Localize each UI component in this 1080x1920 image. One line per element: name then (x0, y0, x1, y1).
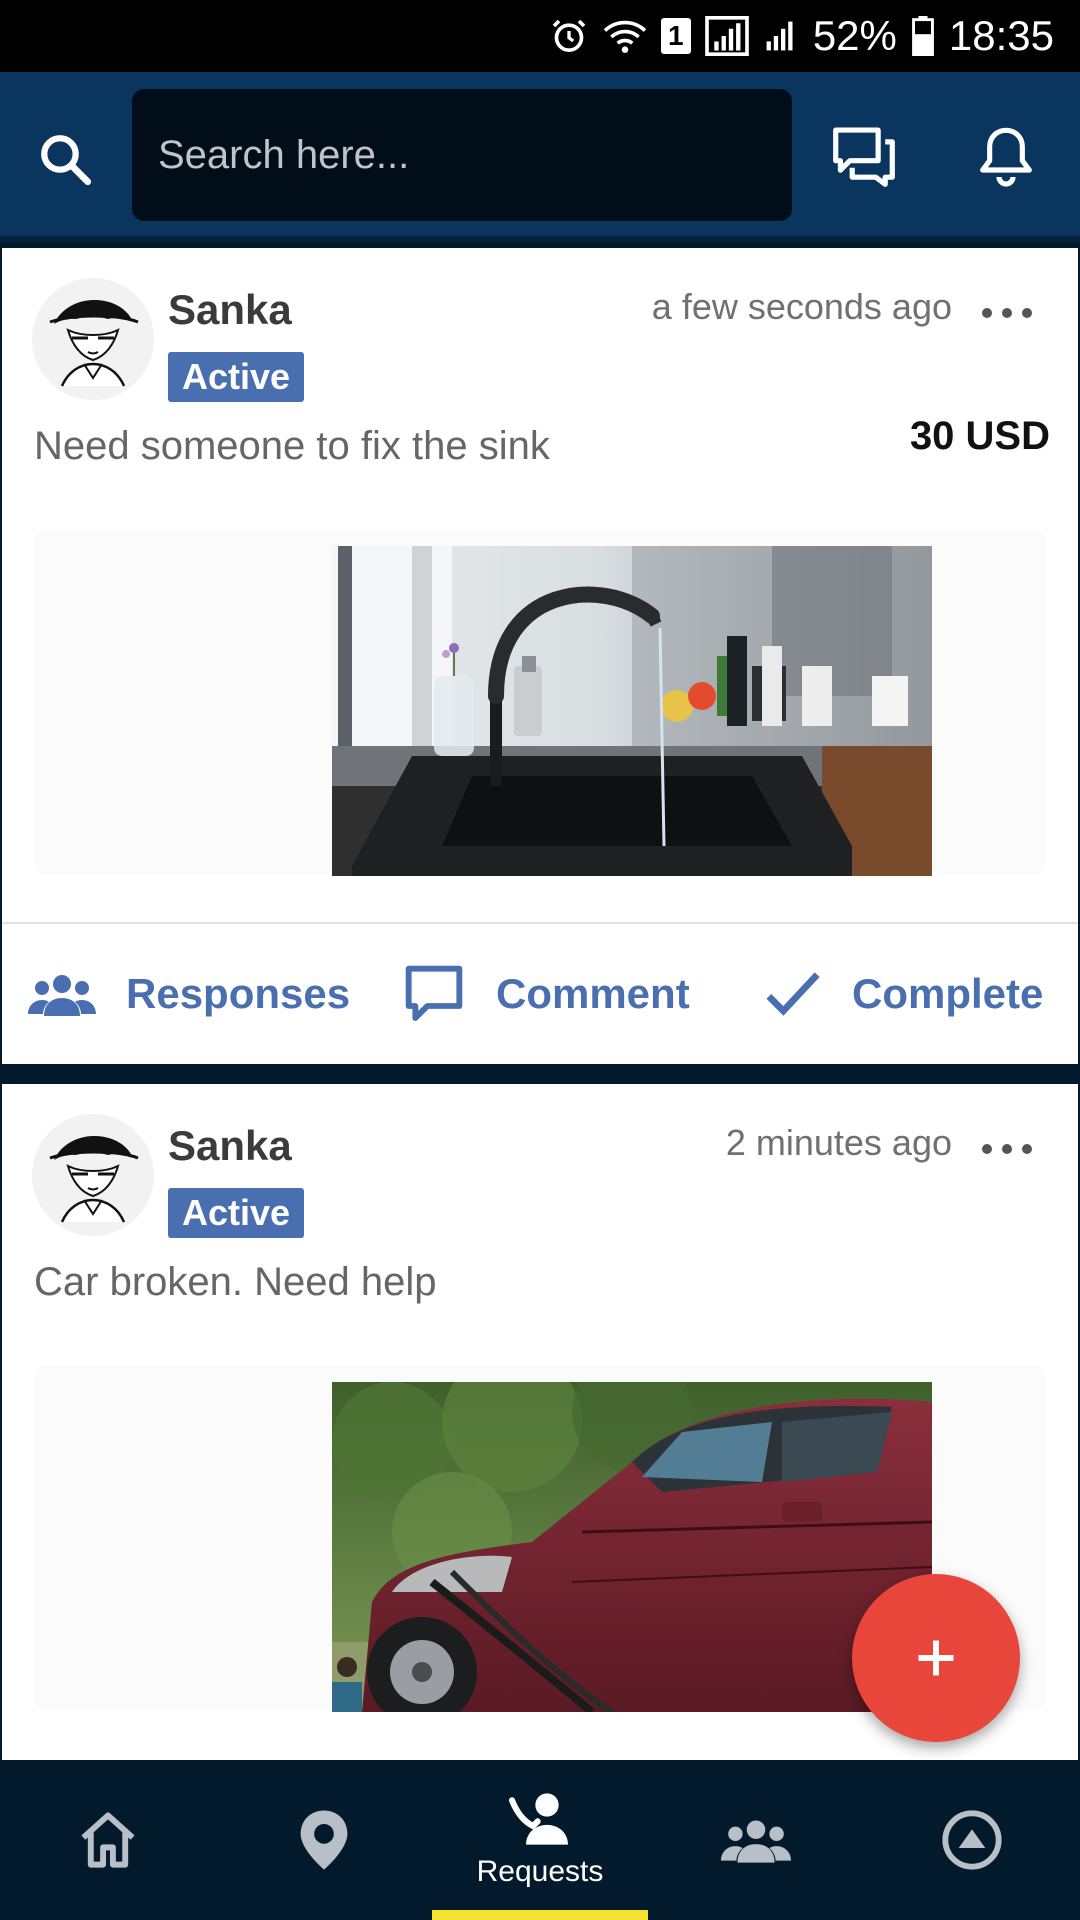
responses-button[interactable]: Responses (28, 924, 350, 1064)
bell-icon (980, 127, 1032, 187)
battery-icon (911, 16, 935, 56)
request-text: Need someone to fix the sink (34, 424, 550, 468)
responses-label: Responses (126, 970, 351, 1017)
search-input[interactable] (132, 89, 792, 221)
nav-people[interactable] (648, 1760, 864, 1920)
navigation-icon (942, 1810, 1002, 1870)
wifi-icon (603, 16, 647, 56)
request-card: Sanka Active a few seconds ago Need some… (2, 248, 1078, 1064)
search-box (132, 89, 792, 221)
username[interactable]: Sanka (168, 286, 292, 334)
complete-button[interactable]: Complete (764, 924, 1043, 1064)
avatar[interactable] (32, 1114, 154, 1236)
card-actions: Responses Comment Complete (2, 924, 1078, 1064)
timestamp: 2 minutes ago (725, 1122, 952, 1163)
nav-label: Requests (476, 1855, 604, 1888)
status-badge: Active (168, 352, 305, 402)
nav-map[interactable] (216, 1760, 432, 1920)
battery-percent: 52% (812, 12, 897, 59)
nav-requests[interactable]: Requests (432, 1760, 648, 1920)
bottom-navigation: Requests (0, 1760, 1080, 1920)
chat-icon (833, 127, 895, 187)
status-badge: Active (168, 1188, 305, 1238)
alarm-icon (549, 16, 589, 56)
more-options-button[interactable] (982, 298, 1032, 328)
check-icon (766, 972, 820, 1016)
plus-icon (918, 1640, 954, 1676)
active-tab-indicator (432, 1910, 648, 1920)
signal-icon (763, 18, 799, 54)
people-icon (721, 1820, 791, 1863)
request-price: 30 USD (909, 414, 1050, 458)
home-icon (81, 1812, 135, 1868)
sim-badge-icon: 1 (660, 18, 691, 54)
messages-button[interactable] (826, 118, 902, 194)
request-text: Car broken. Need help (34, 1260, 437, 1304)
comment-label: Comment (496, 970, 690, 1017)
notifications-button[interactable] (968, 118, 1044, 194)
complete-label: Complete (852, 970, 1044, 1017)
comment-icon (405, 965, 463, 1021)
request-feed[interactable]: Sanka Active a few seconds ago Need some… (0, 248, 1080, 1760)
add-request-button[interactable] (852, 1574, 1020, 1742)
comment-button[interactable]: Comment (402, 924, 690, 1064)
signal-icon (705, 16, 749, 56)
people-icon (28, 975, 96, 1016)
wrecked-car-photo[interactable] (332, 1382, 932, 1712)
username[interactable]: Sanka (168, 1122, 292, 1170)
kitchen-sink-photo[interactable] (332, 546, 932, 876)
requests-icon (508, 1793, 568, 1845)
status-bar: 1 52% 18:35 (0, 0, 1080, 72)
avatar[interactable] (32, 278, 154, 400)
location-icon (300, 1810, 348, 1870)
search-button[interactable] (28, 122, 104, 198)
nav-home[interactable] (0, 1760, 216, 1920)
more-options-button[interactable] (982, 1134, 1032, 1164)
nav-explore[interactable] (864, 1760, 1080, 1920)
timestamp: a few seconds ago (651, 286, 952, 327)
app-bar (0, 72, 1080, 242)
clock: 18:35 (948, 12, 1054, 59)
search-icon (41, 135, 92, 186)
